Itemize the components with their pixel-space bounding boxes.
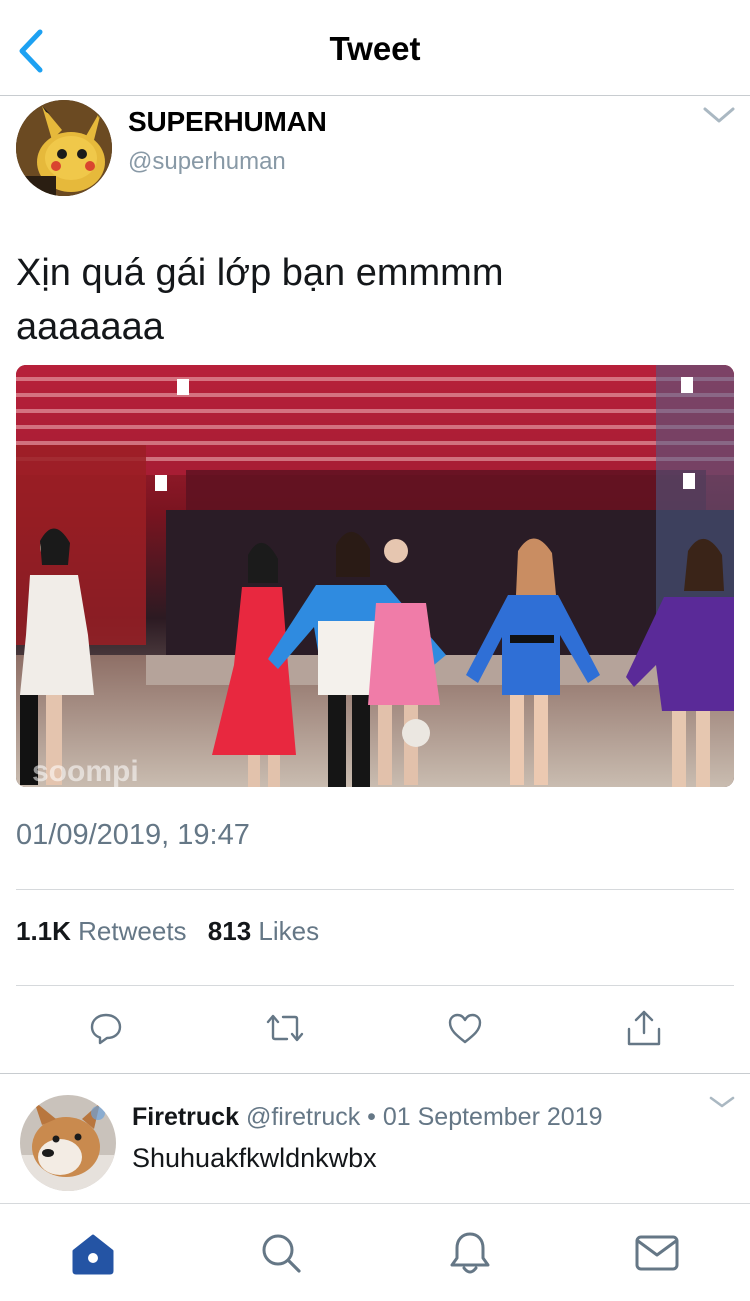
bottom-tab-bar <box>0 1203 750 1301</box>
reply-header: Firetruck @firetruck • 01 September 2019 <box>132 1103 602 1132</box>
search-icon <box>262 1234 301 1273</box>
author-name[interactable]: SUPERHUMAN <box>128 106 327 138</box>
author-avatar[interactable] <box>16 100 112 196</box>
tweet-media-photo[interactable]: soompi <box>16 365 734 787</box>
tweet-options-button[interactable] <box>702 104 736 126</box>
tab-notifications[interactable] <box>445 1228 495 1278</box>
like-button[interactable] <box>435 998 495 1058</box>
retweets-label[interactable]: Retweets <box>78 916 186 946</box>
share-icon <box>627 1010 661 1046</box>
retweet-button[interactable] <box>255 998 315 1058</box>
reply-author-name[interactable]: Firetruck <box>132 1103 239 1131</box>
navigation-bar: Tweet <box>0 0 750 96</box>
reply-author-avatar[interactable] <box>20 1095 116 1191</box>
tweet-text-line: Xịn quá gái lớp bạn emmmm <box>16 252 504 294</box>
notifications-icon <box>450 1232 490 1274</box>
tweet-timestamp: 01/09/2019, 19:47 <box>16 819 250 851</box>
reply-options-button[interactable] <box>708 1093 736 1111</box>
likes-count[interactable]: 813 <box>208 916 251 946</box>
reply-button[interactable] <box>76 998 136 1058</box>
like-icon <box>448 1013 482 1044</box>
reply-text: Shuhuakfkwldnkwbx <box>132 1143 377 1173</box>
divider <box>16 889 734 890</box>
messages-icon <box>635 1235 679 1271</box>
tab-home[interactable] <box>68 1228 118 1278</box>
reply-meta: @firetruck • 01 September 2019 <box>245 1103 603 1131</box>
media-watermark: soompi <box>32 755 139 787</box>
tweet-text: Xịn quá gái lớp bạn emmmm aaaaaaa <box>16 246 736 354</box>
retweet-icon <box>266 1014 304 1042</box>
tweet-action-bar <box>0 998 750 1064</box>
author-handle[interactable]: @superhuman <box>128 148 286 176</box>
likes-label[interactable]: Likes <box>258 916 319 946</box>
tab-messages[interactable] <box>632 1228 682 1278</box>
retweets-count[interactable]: 1.1K <box>16 916 71 946</box>
chevron-down-icon <box>703 107 735 123</box>
reply-icon <box>90 1013 122 1045</box>
tab-search[interactable] <box>256 1228 306 1278</box>
page-title: Tweet <box>329 30 421 67</box>
tweet-stats: 1.1K Retweets 813 Likes <box>16 916 333 947</box>
divider <box>16 985 734 986</box>
home-icon <box>72 1234 114 1275</box>
reply-tweet[interactable]: Firetruck @firetruck • 01 September 2019… <box>0 1077 750 1202</box>
tweet-text-line: aaaaaaa <box>16 306 164 348</box>
chevron-down-icon <box>709 1096 735 1108</box>
share-button[interactable] <box>614 998 674 1058</box>
divider <box>0 1073 750 1074</box>
